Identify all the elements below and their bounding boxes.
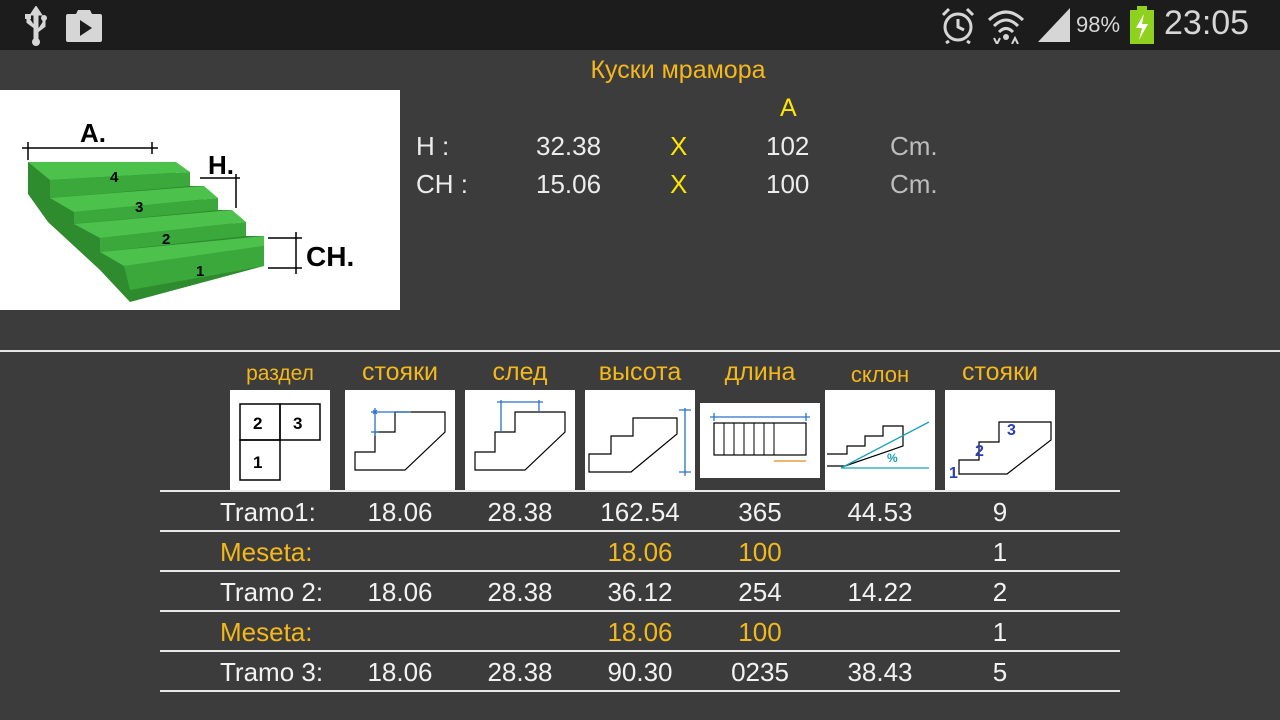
row-label: Meseta:: [220, 537, 313, 567]
row-label: Tramo 2:: [220, 577, 324, 607]
riser-count-3: 3: [1007, 422, 1016, 439]
section-icon-3: 3: [293, 414, 302, 433]
height-icon: [585, 390, 695, 490]
cell-height: 90.30: [607, 657, 673, 687]
cell-risers: 18.06: [367, 657, 433, 687]
play-store-icon: [66, 10, 102, 42]
tread-icon: [465, 390, 575, 490]
cell-tread: 28.38: [487, 497, 553, 527]
riser-count-1: 1: [949, 465, 958, 482]
header-risers-count: стояки: [961, 358, 1038, 386]
step-number-4: 4: [110, 169, 119, 186]
riser-count-2: 2: [975, 443, 984, 460]
table-line: [160, 490, 1120, 492]
cell-tread: 28.38: [487, 657, 553, 687]
piece-times: X: [670, 131, 688, 161]
piece-label: H :: [416, 131, 450, 161]
header-section: раздел: [246, 362, 314, 385]
cell-count: 1: [992, 537, 1008, 567]
slope-percent-label: %: [887, 451, 898, 465]
cell-count: 1: [992, 617, 1008, 647]
table-row: Meseta: 18.06 100 1: [0, 537, 1280, 577]
cell-slope: 14.22: [847, 577, 913, 607]
section-icon-2: 2: [253, 414, 262, 433]
table-row: Tramo 2: 18.06 28.38 36.12 254 14.22 2: [0, 577, 1280, 617]
stairs-illustration: A. H. CH. 4 3 2 1: [0, 90, 400, 310]
riser-count-icon: 1 2 3: [945, 390, 1055, 490]
cell-height: 162.54: [600, 497, 680, 527]
cell-length: 0235: [731, 657, 789, 687]
cell-risers: 18.06: [367, 497, 433, 527]
alarm-icon: [941, 7, 975, 44]
piece-times: X: [670, 169, 688, 199]
piece-a-value: 102: [766, 131, 810, 161]
row-label: Tramo1:: [220, 497, 316, 527]
dim-label-a: A.: [80, 118, 106, 148]
piece-label: CH :: [416, 169, 468, 199]
header-slope: склон: [850, 362, 910, 387]
dim-label-ch: CH.: [306, 241, 354, 272]
cell-length: 254: [738, 577, 782, 607]
cell-slope: 38.43: [847, 657, 913, 687]
length-icon: [700, 403, 820, 478]
step-number-3: 3: [135, 199, 143, 216]
section-icon: 2 3 1: [230, 390, 330, 490]
battery-percent: 98%: [1076, 12, 1121, 37]
cell-length: 100: [738, 617, 782, 647]
cell-count: 9: [992, 497, 1008, 527]
cell-height: 18.06: [607, 537, 673, 567]
cell-length: 100: [738, 537, 782, 567]
cell-height: 36.12: [607, 577, 673, 607]
step-number-1: 1: [196, 263, 204, 280]
piece-unit: Cm.: [890, 169, 938, 199]
usb-icon: [25, 6, 47, 46]
clock: 23:05: [1164, 4, 1250, 42]
piece-unit: Cm.: [890, 131, 938, 161]
piece-value: 32.38: [536, 131, 602, 161]
battery-charging-icon: [1130, 6, 1154, 44]
cell-height: 18.06: [607, 617, 673, 647]
cell-count: 2: [992, 577, 1008, 607]
pieces-column-header-a: A: [780, 94, 797, 122]
row-label: Meseta:: [220, 617, 313, 647]
cell-slope: 44.53: [847, 497, 913, 527]
cell-count: 5: [992, 657, 1008, 687]
row-label: Tramo 3:: [220, 657, 324, 687]
header-tread: след: [492, 358, 548, 386]
slope-icon: %: [825, 390, 935, 490]
cell-length: 365: [738, 497, 782, 527]
section-divider: [0, 350, 1280, 352]
page-title: Куски мрамора: [590, 56, 766, 84]
header-height: высота: [598, 358, 682, 386]
piece-value: 15.06: [536, 169, 602, 199]
table-row: Tramo1: 18.06 28.38 162.54 365 44.53 9: [0, 497, 1280, 537]
status-bar: 98% 23:05: [0, 0, 1280, 50]
step-number-2: 2: [162, 231, 170, 248]
signal-icon: [1038, 8, 1070, 42]
cell-tread: 28.38: [487, 577, 553, 607]
dim-label-h: H.: [208, 150, 234, 180]
cell-risers: 18.06: [367, 577, 433, 607]
piece-a-value: 100: [766, 169, 810, 199]
header-length: длина: [724, 358, 796, 386]
riser-icon: [345, 390, 455, 490]
table-row: Meseta: 18.06 100 1: [0, 617, 1280, 657]
wifi-icon: [987, 10, 1025, 44]
table-row: Tramo 3: 18.06 28.38 90.30 0235 38.43 5: [0, 657, 1280, 697]
section-icon-1: 1: [253, 453, 262, 472]
header-risers: стояки: [361, 358, 438, 386]
